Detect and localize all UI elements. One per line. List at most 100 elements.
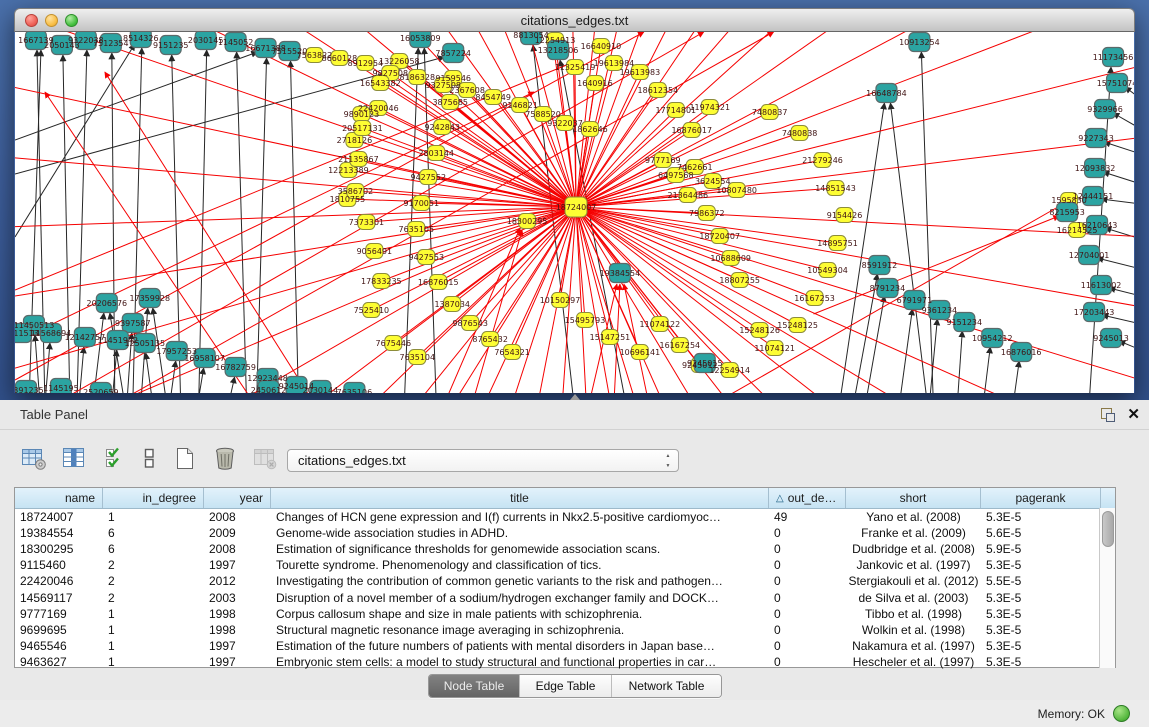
tab-network-table[interactable]: Network Table xyxy=(611,675,721,697)
table-cell: 19384554 xyxy=(15,526,103,540)
graph-node-label: 7654321 xyxy=(494,348,530,357)
graph-node-label: 16543382 xyxy=(360,79,401,88)
column-header-year[interactable]: year xyxy=(204,488,271,508)
graph-node-label: 18300295 xyxy=(507,217,548,226)
graph-node-label: 7635105 xyxy=(399,225,435,234)
table-cell: 2 xyxy=(103,591,204,605)
graph-node-label: 10807480 xyxy=(716,186,757,195)
graph-node-label: 7986372 xyxy=(689,209,725,218)
graph-node-label: 8912954 xyxy=(348,59,384,68)
table-cell: Estimation of the future numbers of pati… xyxy=(271,639,769,653)
graph-node-label: 1640916 xyxy=(577,79,613,88)
graph-node-label: 16958107 xyxy=(184,354,225,363)
graph-node-label: 20206576 xyxy=(87,299,128,308)
graph-node-label: 21279246 xyxy=(802,156,843,165)
show-columns-icon[interactable] xyxy=(60,445,87,472)
tab-edge-table[interactable]: Edge Table xyxy=(519,675,611,697)
table-header-row: namein_degreeyeartitle△out_de…shortpager… xyxy=(15,488,1115,509)
float-window-icon[interactable] xyxy=(1101,408,1115,422)
table-cell: 14569117 xyxy=(15,591,103,605)
network-view[interactable]: 7563822866012889129541322605898275088186… xyxy=(15,32,1134,393)
graph-node-label: 7515520 xyxy=(272,47,308,56)
table-cell: 5.3E-5 xyxy=(981,558,1101,572)
status-bar: Memory: OK xyxy=(0,700,1149,727)
column-header-in_degree[interactable]: in_degree xyxy=(103,488,204,508)
table-cell: 0 xyxy=(769,623,846,637)
column-header-short[interactable]: short xyxy=(846,488,981,508)
table-row[interactable]: 1938455462009Genome-wide association stu… xyxy=(15,525,1115,541)
graph-node-label: 11173456 xyxy=(1093,53,1134,62)
select-all-columns-icon[interactable] xyxy=(100,445,127,472)
table-select[interactable]: citations_edges.txt ▲ ▼ xyxy=(287,449,679,472)
unselect-columns-icon[interactable] xyxy=(140,445,158,472)
table-row[interactable]: 1456911722003Disruption of a novel membe… xyxy=(15,589,1115,605)
table-scrollbar[interactable] xyxy=(1099,508,1115,668)
table-row[interactable]: 911546021997Tourette syndrome. Phenomeno… xyxy=(15,557,1115,573)
sort-ascending-icon: △ xyxy=(776,493,784,504)
graph-node-label: 9151235 xyxy=(153,41,189,50)
column-header-title[interactable]: title xyxy=(271,488,769,508)
memory-indicator[interactable] xyxy=(1113,705,1130,722)
table-mode-tabs: Node TableEdge TableNetwork Table xyxy=(428,674,722,698)
graph-node-label: 19613983 xyxy=(620,68,661,77)
graph-node-label: 9391235 xyxy=(15,386,44,393)
table-cell: 2009 xyxy=(204,526,271,540)
graph-node-label: 8813054 xyxy=(513,32,549,40)
table-row[interactable]: 977716911998Corpus callosum shape and si… xyxy=(15,606,1115,622)
table-cell: 1997 xyxy=(204,655,271,669)
table-row[interactable]: 969969511998Structural magnetic resonanc… xyxy=(15,622,1115,638)
table-cell: Tourette syndrome. Phenomenology and cla… xyxy=(271,558,769,572)
table-cell: de Silva et al. (2003) xyxy=(846,591,981,605)
table-cell: 1 xyxy=(103,639,204,653)
table-cell: 2008 xyxy=(204,542,271,556)
table-row[interactable]: 1872400712008Changes of HCN gene express… xyxy=(15,509,1115,525)
table-cell: Stergiakouli et al. (2012) xyxy=(846,574,981,588)
network-window-title: citations_edges.txt xyxy=(15,13,1134,28)
new-table-icon[interactable] xyxy=(171,445,198,472)
table-scrollbar-thumb[interactable] xyxy=(1102,511,1114,547)
table-row[interactable]: 946554611997Estimation of the future num… xyxy=(15,638,1115,654)
table-cell: 5.3E-5 xyxy=(981,510,1101,524)
table-cell: 1997 xyxy=(204,558,271,572)
table-cell: 5.3E-5 xyxy=(981,607,1101,621)
node-table: namein_degreeyeartitle△out_de…shortpager… xyxy=(14,487,1116,668)
table-panel-body: f(x) citations_edges.txt ▲ ▼ namein_degr… xyxy=(0,430,1149,700)
graph-node-label: 11325419 xyxy=(555,63,596,72)
table-cell: Corpus callosum shape and size in male p… xyxy=(271,607,769,621)
graph-node-label: 9056491 xyxy=(357,247,393,256)
table-cell: 1 xyxy=(103,655,204,669)
close-panel-icon[interactable]: ✕ xyxy=(1127,405,1140,423)
table-cell: Franke et al. (2009) xyxy=(846,526,981,540)
zoom-window-icon[interactable] xyxy=(65,14,78,27)
column-header-out_de[interactable]: △out_de… xyxy=(769,488,846,508)
graph-node-label: 18724007 xyxy=(556,203,597,212)
graph-node-label: 7635104 xyxy=(400,353,436,362)
delete-table-icon[interactable] xyxy=(211,445,238,472)
table-cell: Hescheler et al. (1997) xyxy=(846,655,981,669)
table-cell: 1997 xyxy=(204,639,271,653)
graph-node-label: 2520659 xyxy=(83,388,119,393)
graph-node-label: 9890123 xyxy=(344,110,380,119)
table-cell: 5.3E-5 xyxy=(981,655,1101,669)
graph-node-label: 7675446 xyxy=(376,339,412,348)
graph-node-label: 7588520 xyxy=(525,110,561,119)
table-row[interactable]: 946362711997Embryonic stem cells: a mode… xyxy=(15,654,1115,670)
table-row[interactable]: 2242004622012Investigating the contribut… xyxy=(15,573,1115,589)
graph-node-label: 12093832 xyxy=(1075,164,1116,173)
tab-node-table[interactable]: Node Table xyxy=(429,675,519,697)
graph-node-label: 15147251 xyxy=(590,333,631,342)
close-window-icon[interactable] xyxy=(25,14,38,27)
table-cell: 22420046 xyxy=(15,574,103,588)
table-row[interactable]: 1830029562008Estimation of significance … xyxy=(15,541,1115,557)
column-header-pagerank[interactable]: pagerank xyxy=(981,488,1101,508)
table-cell: 0 xyxy=(769,542,846,556)
graph-node-label: 3586702 xyxy=(338,187,374,196)
graph-node-label: 2803144 xyxy=(418,149,454,158)
table-cell: 2012 xyxy=(204,574,271,588)
graph-node-label: 19384554 xyxy=(600,269,641,278)
column-header-name[interactable]: name xyxy=(15,488,103,508)
table-settings-icon[interactable] xyxy=(20,445,47,472)
table-cell: 49 xyxy=(769,510,846,524)
minimize-window-icon[interactable] xyxy=(45,14,58,27)
network-window-titlebar[interactable]: citations_edges.txt xyxy=(14,8,1135,32)
